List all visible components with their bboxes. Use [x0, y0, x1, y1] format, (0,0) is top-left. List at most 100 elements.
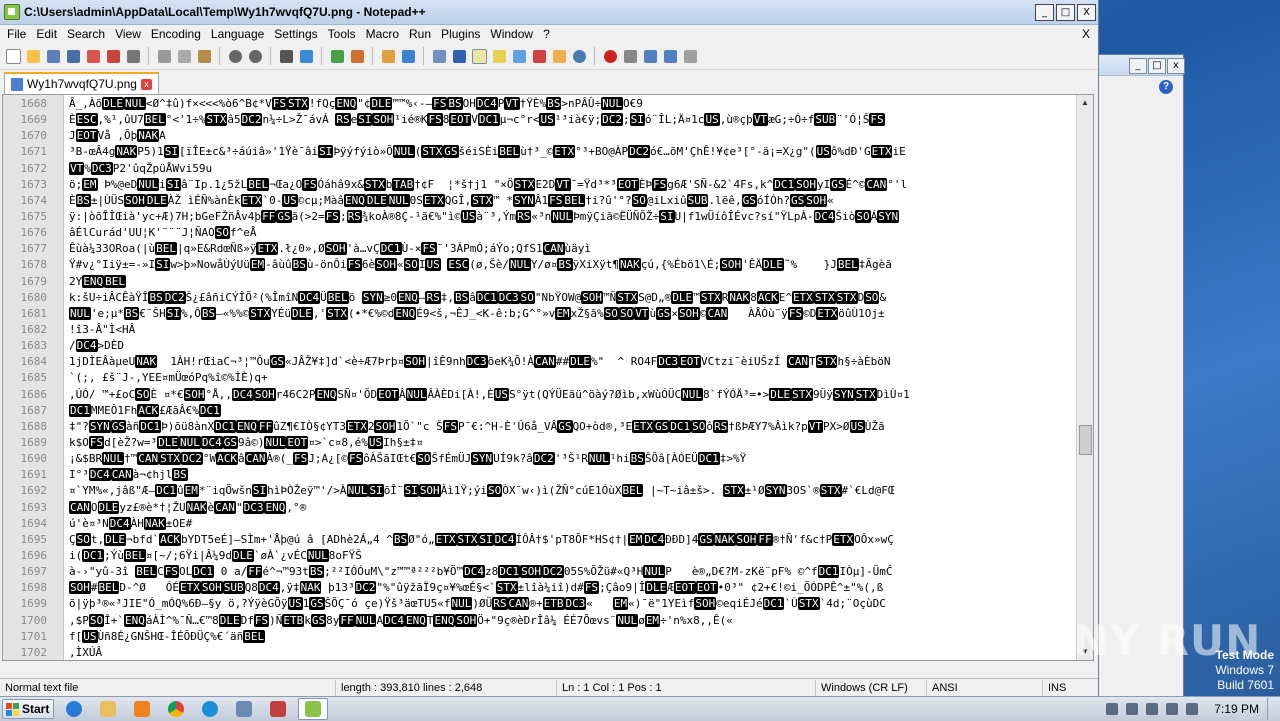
show-all-chars-icon[interactable]	[450, 47, 468, 65]
menu-plugins[interactable]: Plugins	[436, 27, 485, 41]
ie-icon[interactable]	[60, 699, 88, 719]
zoom-in-icon[interactable]	[328, 47, 346, 65]
help-icon[interactable]: ?	[1159, 80, 1173, 94]
media-player-icon[interactable]	[128, 699, 156, 719]
indent-guide-icon[interactable]	[470, 47, 488, 65]
line-text: k:šU÷iÂCÊàŸÎBS DC2Š¿£âñiCÝÎÕ²(%ÎmîNDC4ÜBE…	[69, 290, 887, 304]
sync-vertical-icon[interactable]	[379, 47, 397, 65]
notepadpp-taskbar-icon[interactable]	[298, 698, 328, 720]
control-char-badge: US	[493, 387, 509, 401]
background-window[interactable]: _ □ x ?	[1098, 54, 1185, 698]
minimize-icon[interactable]: _	[1129, 58, 1147, 74]
control-char-badge: US	[287, 597, 303, 611]
redo-icon[interactable]	[246, 47, 264, 65]
close-button[interactable]: X	[1077, 3, 1096, 21]
vertical-scrollbar[interactable]: ▲ ▼	[1076, 95, 1093, 660]
editor-area[interactable]: 1668 Â_,ÀõDLE NUL<Ø^‡û)f×<<<%ò6^B¢*VFS STX!…	[2, 94, 1094, 661]
menu-file[interactable]: File	[2, 27, 31, 41]
stop-macro-icon[interactable]	[621, 47, 639, 65]
folder-workspace-icon[interactable]	[550, 47, 568, 65]
paste-icon[interactable]	[195, 47, 213, 65]
line-text: ³B-œÂ4gNAKP5)1SI[ïÎE±c&³÷áúiâ»'1Ÿè¯âiSIÞ…	[69, 145, 906, 159]
network-icon[interactable]	[1146, 703, 1159, 715]
save-macro-icon[interactable]	[681, 47, 699, 65]
save-all-icon[interactable]	[64, 47, 82, 65]
tray-up-arrow-icon[interactable]	[1106, 703, 1119, 715]
background-window-titlebar[interactable]: _ □ x	[1099, 55, 1185, 76]
menu-encoding[interactable]: Encoding	[146, 27, 206, 41]
title-bar[interactable]: C:\Users\admin\AppData\Local\Temp\Wy1h7w…	[0, 0, 1098, 25]
text-line: 1678 Ÿ#v¿°Iiÿ±=-»ISIw>þ»NowåÙýUüEM-âùûBSù…	[3, 257, 1077, 273]
save-icon[interactable]	[44, 47, 62, 65]
clock[interactable]: 7:19 PM	[1214, 702, 1259, 716]
sync-horizontal-icon[interactable]	[399, 47, 417, 65]
undo-icon[interactable]	[226, 47, 244, 65]
control-char-badge: NUL	[616, 613, 639, 627]
scroll-thumb[interactable]	[1079, 425, 1092, 455]
line-text: ÈESC,%¹,ûU7BEL°<'1÷%STXâ5DC2n¼÷L>Ž¯ávÁ R…	[69, 113, 885, 127]
notification-icon[interactable]	[1186, 703, 1199, 715]
control-char-badge: DLE	[365, 193, 388, 207]
maximize-button[interactable]: □	[1056, 3, 1075, 21]
menu-view[interactable]: View	[110, 27, 146, 41]
start-button[interactable]: Start	[2, 699, 54, 719]
flag-icon[interactable]	[1166, 703, 1179, 715]
show-desktop-button[interactable]	[1267, 698, 1280, 720]
minimize-button[interactable]: _	[1035, 3, 1054, 21]
new-file-icon[interactable]	[4, 47, 22, 65]
chrome-icon[interactable]	[162, 699, 190, 719]
menu-window[interactable]: Window	[485, 27, 538, 41]
file-icon	[11, 77, 23, 91]
explorer-icon[interactable]	[94, 699, 122, 719]
zoom-out-icon[interactable]	[348, 47, 366, 65]
menu-settings[interactable]: Settings	[269, 27, 322, 41]
tab-close-icon[interactable]: x	[140, 78, 152, 90]
menu-tools[interactable]: Tools	[323, 27, 361, 41]
control-char-badge: DLE	[569, 355, 592, 369]
replace-icon[interactable]	[297, 47, 315, 65]
print-icon[interactable]	[124, 47, 142, 65]
text-line: 1695 ÇSOt,DLE¬bfd`ACKbYDT5eÉ]–SÌm+'Åþ@ú â…	[3, 532, 1077, 548]
status-encoding[interactable]: ANSI	[927, 680, 1043, 696]
control-char-badge: NUL	[124, 97, 146, 110]
close-all-icon[interactable]	[104, 47, 122, 65]
control-char-badge: CAN	[137, 452, 160, 466]
text-line: 1685 `(;, £š¨J-,YEE¤mÜœóPq%î©%ÌÈ)q+	[3, 370, 1077, 386]
control-char-badge: DLE	[769, 387, 792, 401]
play-macro-icon[interactable]	[641, 47, 659, 65]
menu-search[interactable]: Search	[62, 27, 110, 41]
run-macro-multiple-icon[interactable]	[661, 47, 679, 65]
control-char-badge: NUL	[551, 209, 574, 223]
control-char-badge: GS	[830, 177, 846, 191]
cut-icon[interactable]	[155, 47, 173, 65]
record-macro-icon[interactable]	[601, 47, 619, 65]
control-char-badge: BEL	[143, 113, 166, 127]
control-char-badge: SOH	[253, 387, 276, 401]
function-list-icon[interactable]	[530, 47, 548, 65]
menu-language[interactable]: Language	[206, 27, 269, 41]
menu-run[interactable]: Run	[404, 27, 436, 41]
scroll-up-icon[interactable]: ▲	[1077, 95, 1093, 111]
maximize-icon[interactable]: □	[1148, 58, 1166, 74]
menu-help[interactable]: ?	[538, 27, 555, 41]
define-language-icon[interactable]	[490, 47, 508, 65]
word-wrap-icon[interactable]	[430, 47, 448, 65]
menu-macro[interactable]: Macro	[361, 27, 404, 41]
control-char-badge: BS	[447, 97, 463, 110]
doc-map-icon[interactable]	[510, 47, 528, 65]
monitoring-icon[interactable]	[570, 47, 588, 65]
open-file-icon[interactable]	[24, 47, 42, 65]
close-document-icon[interactable]: X	[1082, 27, 1090, 41]
copy-icon[interactable]	[175, 47, 193, 65]
speaker-icon[interactable]	[1126, 703, 1139, 715]
status-eol[interactable]: Windows (CR LF)	[816, 680, 927, 696]
edge-icon[interactable]	[196, 699, 224, 719]
app-window-icon[interactable]	[230, 699, 258, 719]
app-shield-icon[interactable]	[264, 699, 292, 719]
close-icon[interactable]: x	[1167, 58, 1185, 74]
close-file-icon[interactable]	[84, 47, 102, 65]
tab-document[interactable]: Wy1h7wvqfQ7U.png x	[4, 72, 159, 94]
menu-edit[interactable]: Edit	[31, 27, 62, 41]
control-char-badge: TAB	[392, 177, 415, 191]
find-icon[interactable]	[277, 47, 295, 65]
